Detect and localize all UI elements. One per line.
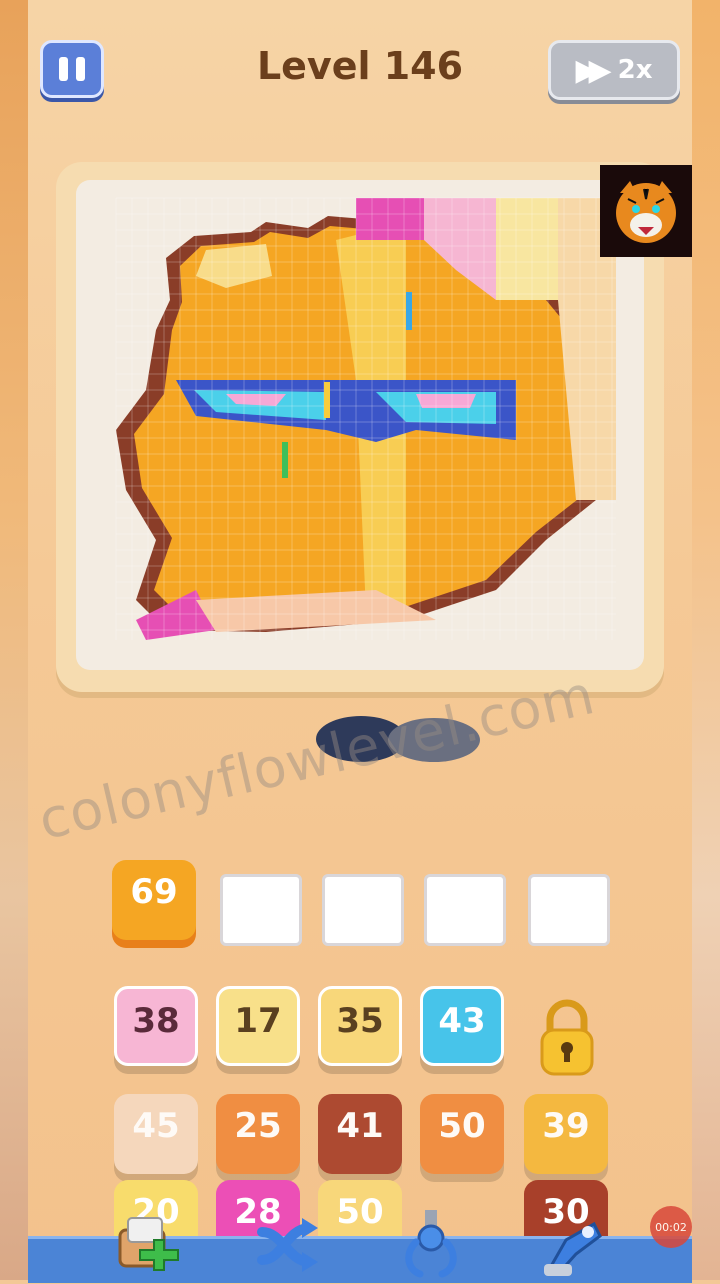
color-tile: 45 [114, 1094, 198, 1174]
color-tile[interactable]: 43 [420, 986, 504, 1066]
claw-booster-button[interactable] [396, 1210, 466, 1280]
color-tile[interactable]: 38 [114, 986, 198, 1066]
vacuum-booster-button[interactable] [536, 1210, 606, 1280]
lock-icon[interactable] [536, 998, 598, 1078]
vacuum-icon [536, 1221, 606, 1284]
add-box-icon [110, 1217, 180, 1284]
pixel-cat-image [116, 198, 616, 640]
claw-icon [396, 1210, 466, 1284]
record-timer: 00:02 [650, 1206, 692, 1248]
empty-slot [424, 874, 506, 946]
tiger-icon [616, 181, 676, 243]
slot-tile[interactable]: 69 [112, 860, 196, 940]
color-tile: 50 [420, 1094, 504, 1174]
left-backdrop [0, 0, 28, 1280]
shooter-green [282, 442, 288, 478]
shooter-blue [406, 292, 412, 330]
color-tile: 41 [318, 1094, 402, 1174]
empty-slot [322, 874, 404, 946]
color-tile[interactable]: 17 [216, 986, 300, 1066]
shuffle-icon [252, 1218, 322, 1284]
color-tile[interactable]: 35 [318, 986, 402, 1066]
empty-slot [220, 874, 302, 946]
empty-slot [528, 874, 610, 946]
add-box-booster-button[interactable] [110, 1210, 180, 1280]
puzzle-board [56, 162, 664, 692]
color-tile: 25 [216, 1094, 300, 1174]
tiger-avatar [600, 165, 692, 257]
shooter-yellow [324, 382, 330, 418]
pixel-art [115, 197, 616, 640]
pixel-canvas [76, 180, 644, 670]
color-tile: 39 [524, 1094, 608, 1174]
shuffle-booster-button[interactable] [252, 1210, 322, 1280]
fast-forward-icon: ▶▶ [575, 52, 611, 88]
right-backdrop [692, 0, 720, 1280]
speed-button[interactable]: ▶▶ 2x [548, 40, 680, 100]
speed-label: 2x [617, 55, 653, 85]
